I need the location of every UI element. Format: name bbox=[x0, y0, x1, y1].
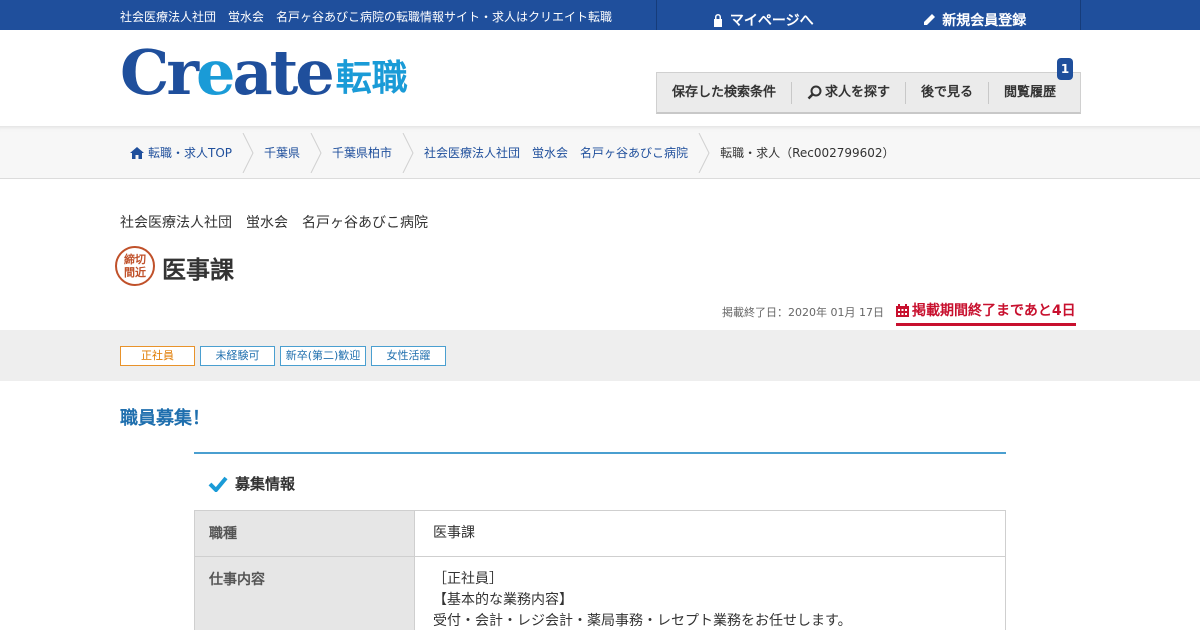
work-description: ［正社員］ 【基本的な業務内容】 受付・会計・レジ会計・薬局事務・レセプト業務を… bbox=[414, 556, 1006, 630]
breadcrumb-separator bbox=[698, 132, 710, 173]
register-label: 新規会員登録 bbox=[942, 13, 1027, 29]
pencil-icon bbox=[924, 14, 936, 25]
posting-end-date: 掲載終了日：2020年 01月 17日 bbox=[722, 306, 884, 319]
logo-suffix: 転職 bbox=[335, 58, 408, 99]
find-jobs-label: 求人を探す bbox=[825, 84, 891, 100]
table-row: 職種 医事課 bbox=[194, 510, 1006, 557]
mypage-label: マイページへ bbox=[729, 13, 814, 29]
work-line: 【基本的な業務内容】 bbox=[433, 592, 573, 608]
breadcrumb-current: 転職・求人（Rec002799602） bbox=[720, 146, 895, 160]
job-info-table: 職種 医事課 仕事内容 ［正社員］ 【基本的な業務内容】 受付・会計・レジ会計・… bbox=[194, 510, 1006, 630]
header-nav: 保存した検索条件 求人を探す 後で見る 閲覧履歴 1 bbox=[656, 57, 1081, 114]
check-icon bbox=[208, 476, 228, 492]
closing-soon-stamp: 締切 間近 bbox=[115, 246, 155, 286]
history-link[interactable]: 閲覧履歴 1 bbox=[989, 57, 1074, 104]
work-label: 仕事内容 bbox=[194, 556, 415, 630]
tag-new-grad: 新卒(第二)歓迎 bbox=[280, 346, 366, 366]
history-count-badge: 1 bbox=[1057, 57, 1074, 80]
job-title: 医事課 bbox=[162, 256, 234, 284]
site-header: Create 転職 保存した検索条件 求人を探す 後で見る 閲覧履歴 1 bbox=[0, 30, 1200, 126]
recruit-heading: 職員募集！ bbox=[120, 408, 210, 429]
calendar-icon bbox=[896, 303, 909, 317]
breadcrumb-employer[interactable]: 社会医療法人社団 蛍水会 名戸ヶ谷あびこ病院 bbox=[424, 144, 688, 161]
tag-women: 女性活躍 bbox=[371, 346, 446, 366]
work-line: 受付・会計・レジ会計・薬局事務・レセプト業務をお任せします。 bbox=[433, 613, 852, 629]
breadcrumb: 転職・求人TOP 千葉県 千葉県柏市 社会医療法人社団 蛍水会 名戸ヶ谷あびこ病… bbox=[130, 126, 905, 179]
search-icon bbox=[807, 85, 822, 100]
section-title: 募集情報 bbox=[235, 475, 296, 493]
breadcrumb-separator bbox=[310, 132, 322, 173]
section-header: 募集情報 bbox=[208, 473, 295, 494]
breadcrumb-bar: 転職・求人TOP 千葉県 千葉県柏市 社会医療法人社団 蛍水会 名戸ヶ谷あびこ病… bbox=[0, 126, 1200, 179]
site-tagline: 社会医療法人社団 蛍水会 名戸ヶ谷あびこ病院の転職情報サイト・求人はクリエイト転… bbox=[120, 10, 613, 24]
section-divider bbox=[194, 452, 1006, 454]
tag-bar: 正社員 未経験可 新卒(第二)歓迎 女性活躍 bbox=[0, 330, 1200, 381]
tag-no-experience: 未経験可 bbox=[200, 346, 275, 366]
tag-fulltime: 正社員 bbox=[120, 346, 195, 366]
watch-later-link[interactable]: 後で見る bbox=[906, 81, 990, 104]
days-remaining: 掲載期間終了まであと4日 bbox=[896, 300, 1076, 326]
lock-icon bbox=[713, 14, 722, 27]
occupation-value: 医事課 bbox=[414, 510, 1006, 557]
work-line: ［正社員］ bbox=[433, 571, 503, 587]
job-tags: 正社員 未経験可 新卒(第二)歓迎 女性活躍 bbox=[120, 346, 446, 366]
breadcrumb-city[interactable]: 千葉県柏市 bbox=[332, 144, 392, 161]
breadcrumb-home[interactable]: 転職・求人TOP bbox=[148, 144, 232, 161]
history-label: 閲覧履歴 bbox=[1004, 84, 1057, 100]
logo-wordmark: Create bbox=[120, 36, 335, 109]
table-row: 仕事内容 ［正社員］ 【基本的な業務内容】 受付・会計・レジ会計・薬局事務・レセ… bbox=[194, 556, 1006, 630]
occupation-label: 職種 bbox=[194, 510, 415, 557]
home-icon bbox=[130, 146, 144, 159]
breadcrumb-prefecture[interactable]: 千葉県 bbox=[264, 144, 300, 161]
days-remaining-label: 掲載期間終了まであと4日 bbox=[912, 303, 1076, 319]
breadcrumb-separator bbox=[402, 132, 414, 173]
site-logo[interactable]: Create 転職 bbox=[120, 42, 408, 104]
find-jobs-link[interactable]: 求人を探す bbox=[792, 81, 907, 104]
hospital-name: 社会医療法人社団 蛍水会 名戸ヶ谷あびこ病院 bbox=[120, 215, 428, 231]
saved-search-link[interactable]: 保存した検索条件 bbox=[657, 81, 793, 104]
breadcrumb-separator bbox=[242, 132, 254, 173]
